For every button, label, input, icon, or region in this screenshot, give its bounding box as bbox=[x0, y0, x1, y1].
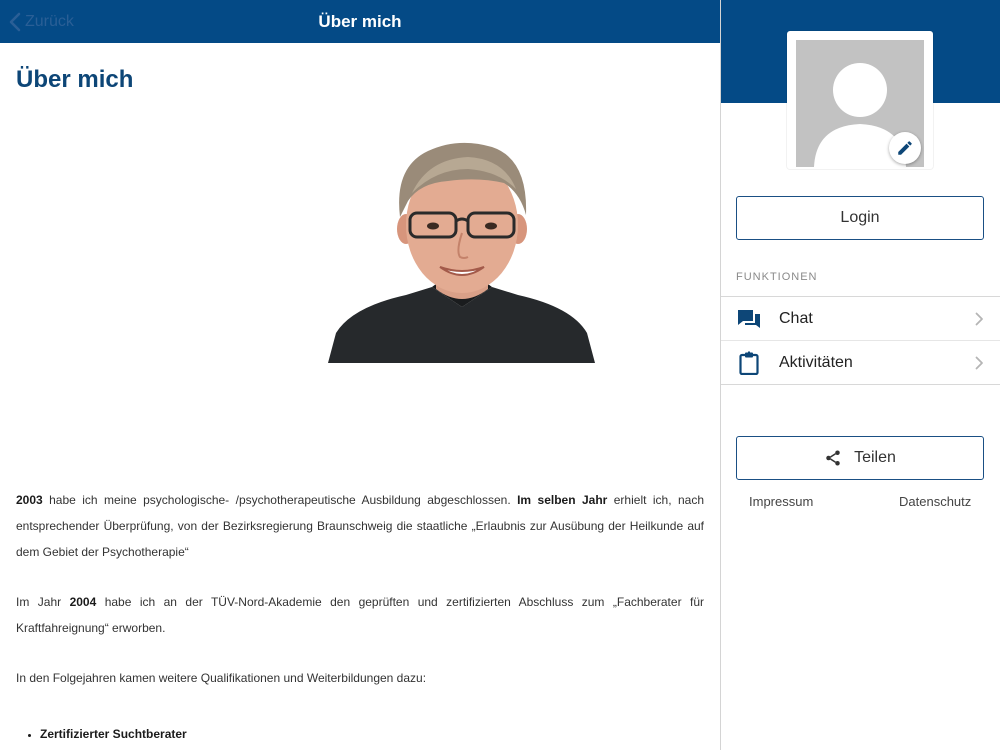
share-icon bbox=[826, 450, 840, 466]
functions-section-label: FUNKTIONEN bbox=[736, 271, 818, 283]
article-body: 2003 habe ich meine psychologische- /psy… bbox=[16, 487, 704, 747]
avatar bbox=[787, 31, 933, 169]
article-paragraph: Im Jahr 2004 habe ich an der TÜV-Nord-Ak… bbox=[16, 595, 705, 635]
menu-item-activities[interactable]: Aktivitäten bbox=[721, 341, 1000, 385]
article-paragraph: 2003 habe ich meine psychologische- /psy… bbox=[16, 493, 704, 559]
list-item: Zertifizierter Suchtberater bbox=[40, 721, 704, 747]
edit-avatar-button[interactable] bbox=[889, 132, 921, 164]
menu-item-chat[interactable]: Chat bbox=[721, 297, 1000, 341]
top-navigation-bar: Zurück Über mich bbox=[0, 0, 720, 43]
impressum-link[interactable]: Impressum bbox=[749, 494, 813, 509]
chat-icon bbox=[738, 310, 760, 328]
login-button[interactable]: Login bbox=[736, 196, 984, 240]
menu-item-label: Chat bbox=[779, 310, 813, 327]
share-button-label: Teilen bbox=[854, 449, 896, 466]
qualifications-list: Zertifizierter Suchtberater bbox=[16, 721, 704, 747]
pencil-icon bbox=[898, 141, 912, 155]
profile-portrait-photo bbox=[328, 137, 595, 363]
chevron-right-icon bbox=[975, 356, 983, 370]
functions-menu: Chat Aktivitäten bbox=[721, 296, 1000, 385]
clipboard-icon bbox=[739, 351, 759, 375]
side-menu-panel: Login FUNKTIONEN Chat Aktivitäten Teilen… bbox=[721, 0, 1000, 750]
year-2004: 2004 bbox=[69, 595, 97, 609]
topbar-title: Über mich bbox=[318, 12, 402, 31]
menu-item-label: Aktivitäten bbox=[779, 354, 853, 371]
article-paragraph: In den Folgejahren kamen weitere Qualifi… bbox=[16, 671, 427, 685]
emphasis-same-year: Im selben Jahr bbox=[517, 493, 608, 507]
page-title: Über mich bbox=[16, 66, 134, 93]
chevron-right-icon bbox=[975, 312, 983, 326]
share-button[interactable]: Teilen bbox=[736, 436, 984, 480]
main-content: Zurück Über mich Über mich 2003 habe ich… bbox=[0, 0, 720, 750]
datenschutz-link[interactable]: Datenschutz bbox=[899, 494, 971, 509]
year-2003: 2003 bbox=[16, 493, 43, 507]
